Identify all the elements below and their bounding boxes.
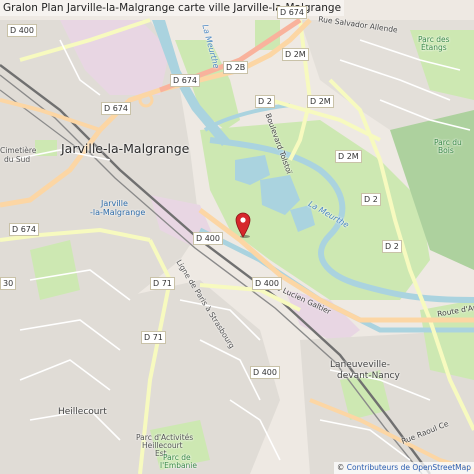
road-badge-d674-left: D 674 <box>101 102 131 115</box>
road-badge-d400-low: D 400 <box>250 366 280 379</box>
road-badge-d674-top: D 674 <box>277 6 307 19</box>
place-label-heillecourt: Heillecourt <box>58 407 107 417</box>
place-label-cimetiere-1: Cimetière <box>0 146 37 155</box>
road-badge-d400-river: D 400 <box>252 277 282 290</box>
place-label-jarville: Jarville-la-Malgrange <box>61 141 190 156</box>
road-badge-d400-mid: D 400 <box>193 232 223 245</box>
park-label-bois-2: Bois <box>438 146 454 155</box>
park-label-etangs-2: Étangs <box>421 43 447 52</box>
road-badge-d674-mid: D 674 <box>170 74 200 87</box>
road-badge-d71-2: D 71 <box>141 331 166 344</box>
road-badge-d400-top: D 400 <box>7 24 37 37</box>
place-label-cimetiere-2: du Sud <box>4 155 31 164</box>
park-label-embanie-2: l'Embanie <box>160 461 197 470</box>
road-badge-d674-lower: D 674 <box>9 223 39 236</box>
road-badge-d2m-3: D 2M <box>335 150 362 163</box>
road-badge-d2b: D 2B <box>223 61 249 74</box>
station-label-1: Jarville <box>101 199 128 208</box>
road-badge-d2-1: D 2 <box>255 95 275 108</box>
road-badge-d2-3: D 2 <box>382 240 402 253</box>
road-badge-d2m-2: D 2M <box>307 95 334 108</box>
road-badge-d2m-1: D 2M <box>282 48 309 61</box>
road-badge-d71-1: D 71 <box>150 277 175 290</box>
map-canvas[interactable]: Gralon Plan Jarville-la-Malgrange carte … <box>0 0 474 474</box>
location-marker-icon[interactable] <box>235 212 251 238</box>
map-attribution: © Contributeurs de OpenStreetMap <box>333 462 474 474</box>
osm-contributors-link[interactable]: Contributeurs de OpenStreetMap <box>347 463 471 472</box>
attribution-prefix: © <box>336 463 347 472</box>
place-label-laneuveville-1: Laneuveville- <box>330 360 390 370</box>
station-label-2: -la-Malgrange <box>90 208 146 217</box>
place-label-laneuveville-2: devant-Nancy <box>337 371 400 381</box>
road-badge-d2-2: D 2 <box>361 193 381 206</box>
road-badge-a30: 30 <box>0 277 17 290</box>
